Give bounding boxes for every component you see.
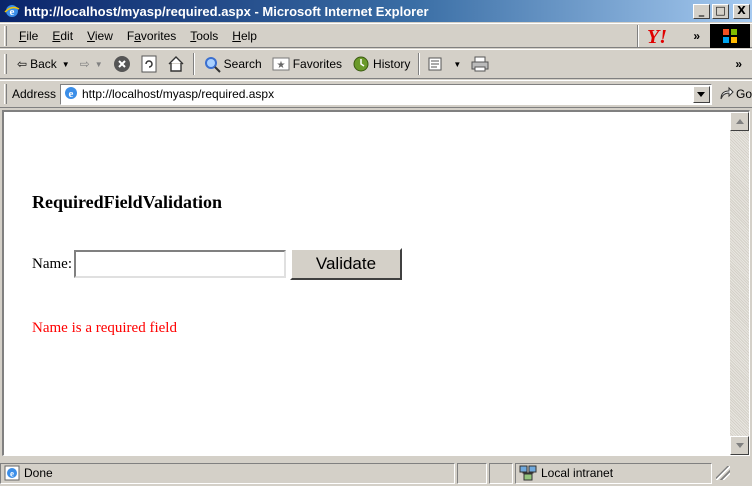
- windows-throbber: [710, 23, 750, 48]
- back-dropdown-icon[interactable]: ▼: [62, 60, 70, 69]
- title-bar: e http://localhost/myasp/required.aspx -…: [0, 0, 752, 22]
- favorites-icon: ★: [272, 57, 290, 71]
- back-button[interactable]: ⇦ Back ▼: [12, 57, 75, 71]
- svg-text:e: e: [69, 88, 74, 100]
- history-icon: [353, 56, 369, 72]
- mail-dropdown-icon[interactable]: ▼: [453, 60, 461, 69]
- menubar-separator: [637, 24, 640, 47]
- print-icon: [471, 56, 489, 72]
- maximize-button[interactable]: □: [712, 3, 729, 19]
- address-field[interactable]: e http://localhost/myasp/required.aspx: [60, 83, 712, 105]
- go-button[interactable]: Go: [712, 86, 752, 102]
- print-button[interactable]: [466, 55, 494, 73]
- refresh-button[interactable]: [136, 55, 162, 73]
- yahoo-logo[interactable]: Y!: [643, 25, 683, 47]
- resize-grip[interactable]: [716, 466, 730, 480]
- address-label: Address: [11, 87, 56, 101]
- address-url[interactable]: http://localhost/myasp/required.aspx: [82, 87, 693, 101]
- svg-text:Y!: Y!: [647, 26, 667, 46]
- name-input[interactable]: [73, 250, 286, 278]
- page-heading: RequiredFieldValidation: [32, 192, 223, 212]
- stop-button[interactable]: [108, 55, 136, 73]
- close-button[interactable]: X: [733, 3, 750, 19]
- search-button[interactable]: Search: [198, 55, 267, 73]
- menu-favorites[interactable]: Favorites: [120, 29, 183, 43]
- status-zone-panel: Local intranet: [515, 462, 712, 484]
- address-bar: Address e http://localhost/myasp/require…: [0, 80, 752, 108]
- web-page: RequiredFieldValidation Name: Validate N…: [4, 112, 731, 455]
- status-panel-empty-2: [489, 462, 513, 484]
- local-intranet-icon: [519, 465, 537, 481]
- status-panel-empty-1: [457, 462, 487, 484]
- refresh-icon: [141, 55, 157, 73]
- validate-button[interactable]: Validate: [289, 248, 402, 280]
- page-done-icon: e: [4, 465, 20, 481]
- zone-label: Local intranet: [541, 466, 614, 480]
- home-icon: [168, 56, 184, 72]
- back-label: Back: [30, 57, 57, 71]
- toolbar-grip[interactable]: [4, 54, 7, 74]
- menu-more-chevron[interactable]: »: [683, 29, 710, 43]
- go-label: Go: [735, 87, 752, 101]
- toolbar-separator-2: [418, 53, 421, 75]
- svg-text:★: ★: [276, 60, 285, 71]
- menu-tools[interactable]: Tools: [183, 29, 225, 43]
- stop-icon: [113, 56, 130, 72]
- arrow-down-icon: [735, 443, 744, 448]
- mail-icon: [428, 57, 442, 71]
- status-text: Done: [24, 466, 53, 480]
- ie-window: e http://localhost/myasp/required.aspx -…: [0, 0, 752, 486]
- forward-button[interactable]: ⇨ ▼: [75, 57, 108, 71]
- back-arrow-icon: ⇦: [17, 57, 28, 71]
- name-row: Name: Validate: [32, 248, 402, 280]
- history-button[interactable]: History: [347, 55, 415, 73]
- mail-button[interactable]: ▼: [423, 55, 466, 73]
- search-label: Search: [223, 57, 262, 71]
- vertical-scrollbar[interactable]: [730, 112, 749, 455]
- validation-error-message: Name is a required field: [32, 320, 177, 336]
- menu-file[interactable]: File: [12, 29, 45, 43]
- minimize-button[interactable]: _: [693, 3, 710, 19]
- window-title: http://localhost/myasp/required.aspx - M…: [24, 3, 429, 19]
- favorites-label: Favorites: [292, 57, 343, 71]
- menu-edit[interactable]: Edit: [45, 29, 80, 43]
- standard-toolbar: ⇦ Back ▼ ⇨ ▼ Search ★ Favorites History: [0, 49, 752, 79]
- history-label: History: [373, 57, 411, 71]
- home-button[interactable]: [162, 55, 190, 73]
- status-main-panel: e Done: [0, 462, 455, 484]
- toolbar-more-chevron[interactable]: »: [725, 57, 752, 71]
- forward-dropdown-icon[interactable]: ▼: [95, 60, 103, 69]
- page-viewport: RequiredFieldValidation Name: Validate N…: [2, 110, 750, 456]
- toolbar-separator: [192, 53, 195, 75]
- menu-bar: File Edit View Favorites Tools Help Y! »: [0, 23, 752, 48]
- ie-icon: e: [4, 3, 20, 19]
- scroll-up-button[interactable]: [730, 112, 749, 131]
- page-ie-icon: e: [63, 85, 79, 104]
- addressbar-grip[interactable]: [4, 84, 7, 104]
- status-bar: e Done Local intranet: [0, 460, 752, 486]
- name-label: Name:: [32, 255, 72, 272]
- chevron-down-icon: [697, 91, 706, 97]
- address-dropdown-button[interactable]: [692, 85, 710, 103]
- menu-help[interactable]: Help: [225, 29, 264, 43]
- favorites-button[interactable]: ★ Favorites: [267, 56, 347, 72]
- search-icon: [204, 57, 221, 73]
- forward-arrow-icon: ⇨: [79, 57, 90, 71]
- svg-text:e: e: [10, 469, 14, 479]
- arrow-up-icon: [735, 119, 744, 124]
- menu-view[interactable]: View: [80, 29, 120, 43]
- go-arrow-icon: [720, 86, 734, 100]
- scroll-down-button[interactable]: [730, 436, 749, 455]
- menubar-grip[interactable]: [4, 25, 7, 46]
